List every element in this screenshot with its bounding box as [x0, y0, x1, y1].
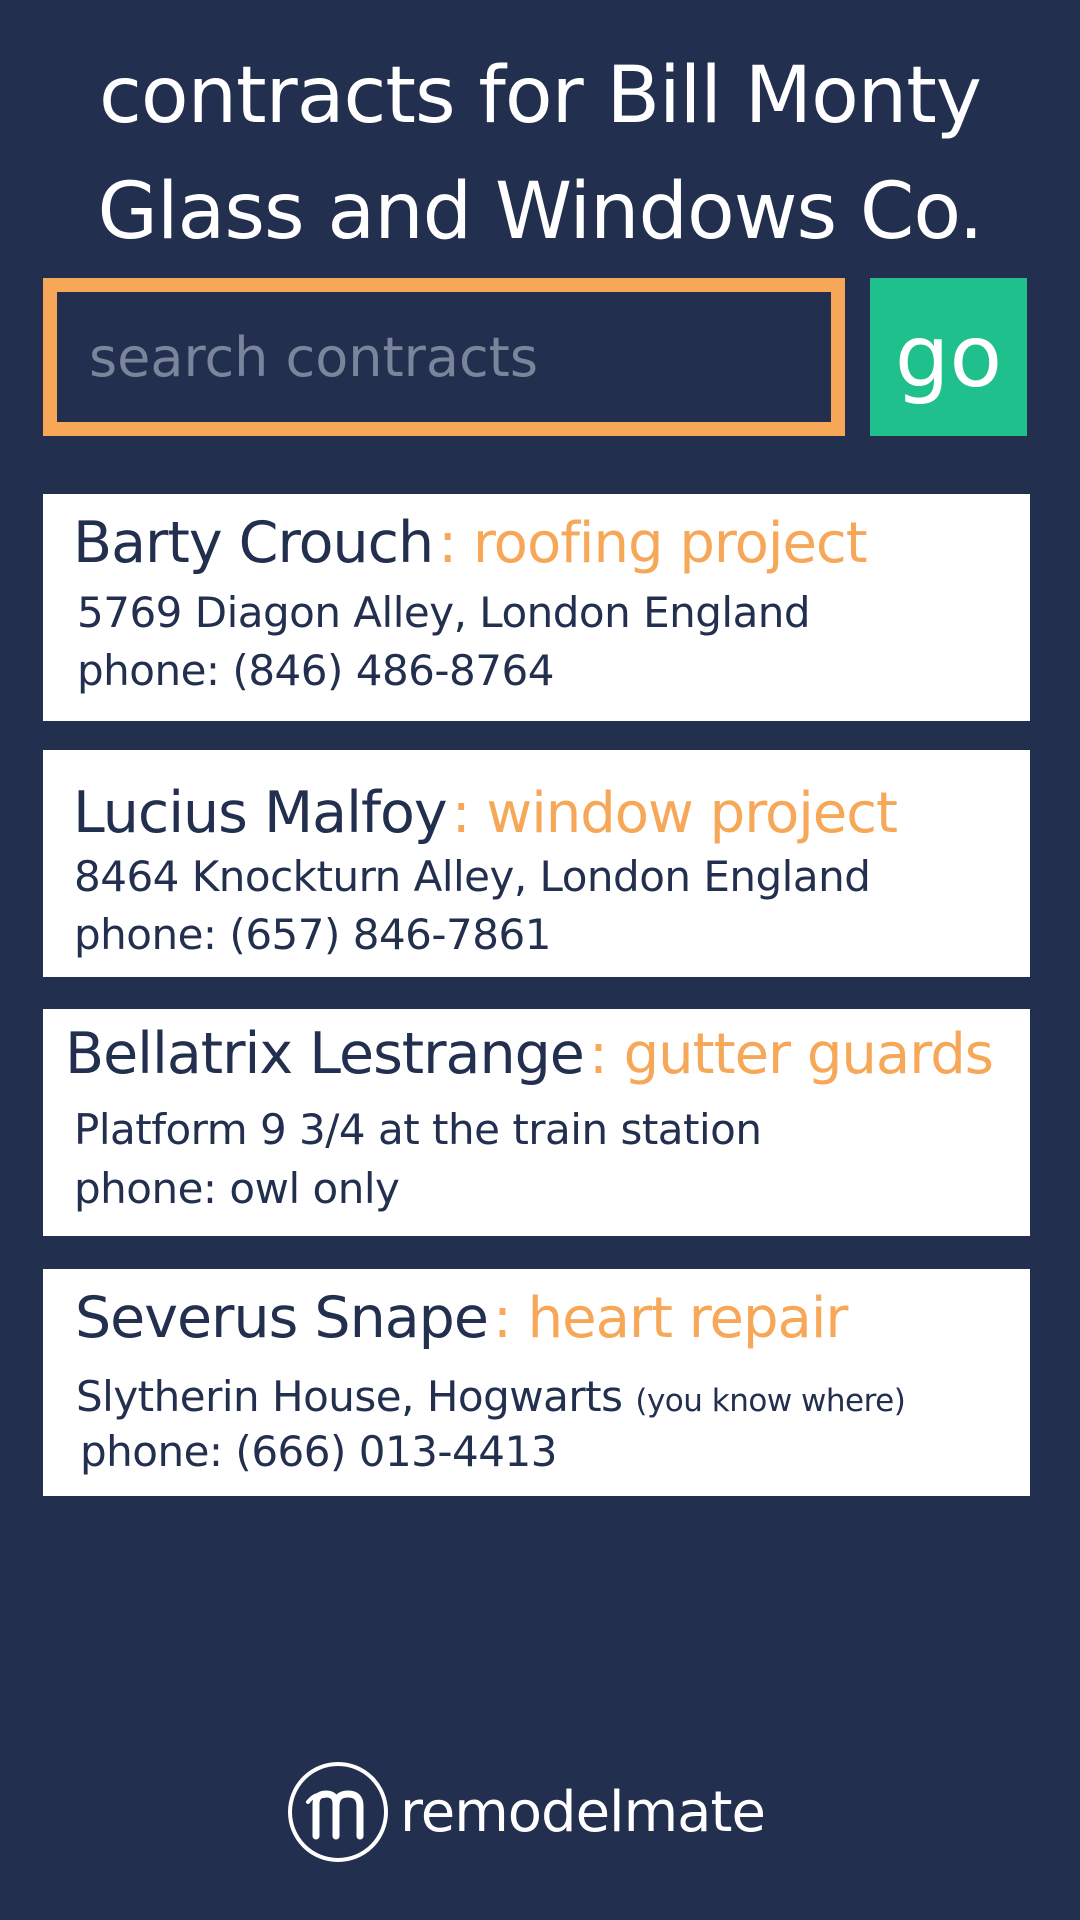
contract-name: Barty Crouch	[73, 510, 434, 576]
remodelmate-logo-icon	[288, 1762, 388, 1862]
contract-card-severus-snape[interactable]: Severus Snape : heart repair Slytherin H…	[43, 1269, 1030, 1496]
contract-card-barty-crouch[interactable]: Barty Crouch : roofing project 5769 Diag…	[43, 494, 1030, 721]
contract-header: Bellatrix Lestrange : gutter guards	[65, 1021, 994, 1087]
contract-phone: phone: (666) 013-4413	[80, 1427, 557, 1476]
contract-header: Severus Snape : heart repair	[75, 1285, 848, 1351]
contract-address-note: (you know where)	[635, 1383, 906, 1419]
page-title-line-1: contracts for Bill Monty	[99, 51, 982, 141]
search-box	[43, 278, 845, 436]
brand-name: remodelmate	[400, 1779, 766, 1845]
contract-project: : heart repair	[493, 1286, 848, 1351]
contract-name: Bellatrix Lestrange	[65, 1021, 585, 1087]
contracts-screen: contracts for Bill Monty Glass and Windo…	[0, 0, 1080, 1920]
contract-card-lucius-malfoy[interactable]: Lucius Malfoy : window project 8464 Knoc…	[43, 750, 1030, 977]
contract-name: Severus Snape	[75, 1285, 489, 1351]
contract-phone: phone: owl only	[74, 1164, 400, 1213]
contract-name: Lucius Malfoy	[73, 780, 448, 846]
contract-header: Barty Crouch : roofing project	[73, 510, 868, 576]
search-input[interactable]	[89, 292, 831, 422]
contract-project: : roofing project	[438, 511, 867, 576]
contract-card-bellatrix-lestrange[interactable]: Bellatrix Lestrange : gutter guards Plat…	[43, 1009, 1030, 1236]
go-button[interactable]: go	[870, 278, 1027, 436]
contract-address: Platform 9 3/4 at the train station	[74, 1105, 762, 1154]
contract-header: Lucius Malfoy : window project	[73, 780, 898, 846]
contract-address-text: Slytherin House, Hogwarts	[76, 1372, 623, 1421]
page-title-line-2: Glass and Windows Co.	[97, 167, 983, 257]
page-title: contracts for Bill Monty Glass and Windo…	[0, 38, 1080, 270]
contract-address: 5769 Diagon Alley, London England	[77, 588, 811, 637]
contract-address: 8464 Knockturn Alley, London England	[74, 852, 871, 901]
brand-logo: remodelmate	[288, 1762, 766, 1862]
contract-project: : gutter guards	[588, 1022, 994, 1087]
contract-phone: phone: (846) 486-8764	[77, 646, 554, 695]
contract-address: Slytherin House, Hogwarts (you know wher…	[76, 1372, 906, 1421]
contract-phone: phone: (657) 846-7861	[74, 910, 551, 959]
contract-project: : window project	[451, 781, 898, 846]
